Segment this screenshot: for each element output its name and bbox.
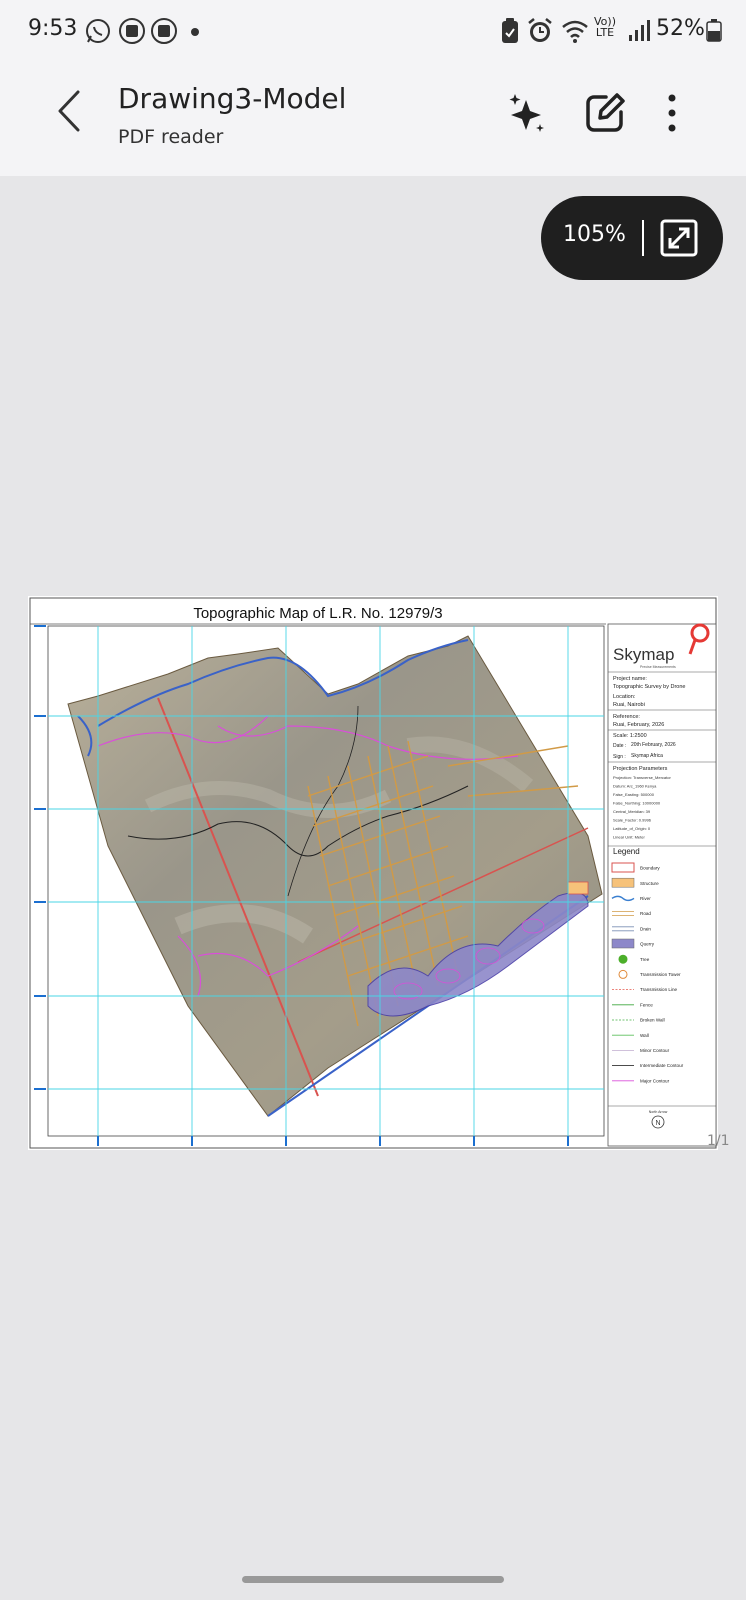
- app-icon: [151, 18, 177, 44]
- battery-percent: 52%: [656, 16, 705, 41]
- legend-label: Minor Contour: [640, 1048, 670, 1053]
- north-letter: N: [655, 1120, 660, 1127]
- legend-label: Tree: [640, 957, 650, 962]
- legend-label: Major Contour: [640, 1078, 670, 1083]
- sparkle-icon: [509, 94, 544, 132]
- sign-value: Skymap Africa: [631, 753, 663, 759]
- more-vertical-icon: [668, 94, 676, 132]
- projection-parameter: Latitude_of_Origin: 0: [613, 826, 651, 831]
- company-logo-text: Skymap: [613, 645, 674, 664]
- app-bar: Drawing3-Model PDF reader: [0, 64, 746, 176]
- expand-icon: [660, 219, 698, 257]
- clipboard-icon: [502, 18, 518, 43]
- edit-button[interactable]: [584, 92, 626, 134]
- legend-label: Drain: [640, 926, 651, 931]
- ai-assist-button[interactable]: [506, 92, 548, 134]
- alarm-icon: [528, 18, 552, 42]
- reference-label: Reference:: [613, 714, 640, 720]
- status-bar: 9:53 Vo)) LTE 52%: [0, 0, 746, 64]
- projection-parameter: Central_Meridian: 39: [613, 809, 651, 814]
- dot-icon: [191, 28, 199, 36]
- legend-label: Intermediate Contour: [640, 1063, 684, 1068]
- projection-parameter: Datum: Arc_1960 Kenya: [613, 784, 657, 789]
- project-label: Project name:: [613, 676, 647, 682]
- document-title: Drawing3-Model: [118, 82, 347, 115]
- zoom-level: 105%: [563, 222, 626, 247]
- projection-parameter: Scale_Factor: 0.9996: [613, 818, 652, 823]
- legend-label: Wall: [640, 1033, 649, 1038]
- network-type: LTE: [595, 26, 615, 39]
- sign-label: Sign :: [613, 754, 626, 760]
- legend-label: Transmission Tower: [640, 972, 681, 977]
- legend-label: Querry: [640, 942, 655, 947]
- project-value: Topographic Survey by Drone: [613, 684, 685, 690]
- projection-parameter: False_Easting: 500000: [613, 792, 655, 797]
- projection-heading: Projection Parameters: [613, 766, 668, 772]
- signal-icon: [629, 20, 650, 41]
- legend-label: Fence: [640, 1002, 653, 1007]
- title-block: Skymap Precise Measurements Project name…: [607, 623, 717, 1147]
- legend-symbol: [618, 954, 628, 964]
- legend-label: Structure: [640, 881, 659, 886]
- pdf-page[interactable]: Topographic Map of L.R. No. 12979/3 Skym…: [28, 596, 718, 1150]
- scale-text: Scale: 1:2500: [613, 733, 647, 739]
- gesture-navigation-handle[interactable]: [242, 1576, 504, 1583]
- topographic-map-drawing: Topographic Map of L.R. No. 12979/3 Skym…: [29, 597, 717, 1149]
- page-counter: 1/1: [707, 1133, 730, 1149]
- map-title: Topographic Map of L.R. No. 12979/3: [193, 605, 442, 622]
- whatsapp-icon: [86, 19, 110, 43]
- legend-label: River: [640, 896, 651, 901]
- wifi-icon: [562, 20, 588, 43]
- legend-heading: Legend: [613, 847, 640, 856]
- legend-symbol: [611, 938, 635, 949]
- back-button[interactable]: [50, 86, 90, 136]
- legend-label: Boundary: [640, 866, 660, 871]
- zoom-indicator: 105%: [541, 196, 723, 280]
- status-time: 9:53: [28, 16, 78, 41]
- projection-parameter: Projection: Transverse_Mercator: [613, 775, 671, 780]
- battery-icon: [706, 19, 722, 42]
- company-tagline: Precise Measurements: [640, 665, 676, 669]
- zoom-divider: [642, 220, 644, 256]
- chevron-left-icon: [58, 90, 80, 132]
- north-arrow-label: North Arrow: [649, 1110, 668, 1114]
- projection-parameter: False_Northing: 10000000: [613, 801, 661, 806]
- location-value: Ruai, Nairobi: [613, 702, 645, 708]
- legend-symbol: [611, 877, 635, 888]
- reference-value: Ruai, February, 2026: [613, 722, 664, 728]
- app-icon: [119, 18, 145, 44]
- legend-label: Transmission Line: [640, 987, 678, 992]
- date-label: Date :: [613, 743, 626, 749]
- legend-label: Road: [640, 911, 651, 916]
- location-label: Location:: [613, 694, 636, 700]
- document-subtitle: PDF reader: [118, 126, 224, 148]
- legend-label: Broken Wall: [640, 1018, 665, 1023]
- edit-icon: [586, 93, 625, 132]
- fit-to-screen-button[interactable]: [659, 218, 699, 258]
- network-indicator: Vo)) LTE: [594, 16, 616, 38]
- more-options-button[interactable]: [660, 92, 684, 134]
- projection-parameter: Linear Unit: Meter: [613, 835, 645, 840]
- date-value: 20th February, 2026: [631, 742, 676, 748]
